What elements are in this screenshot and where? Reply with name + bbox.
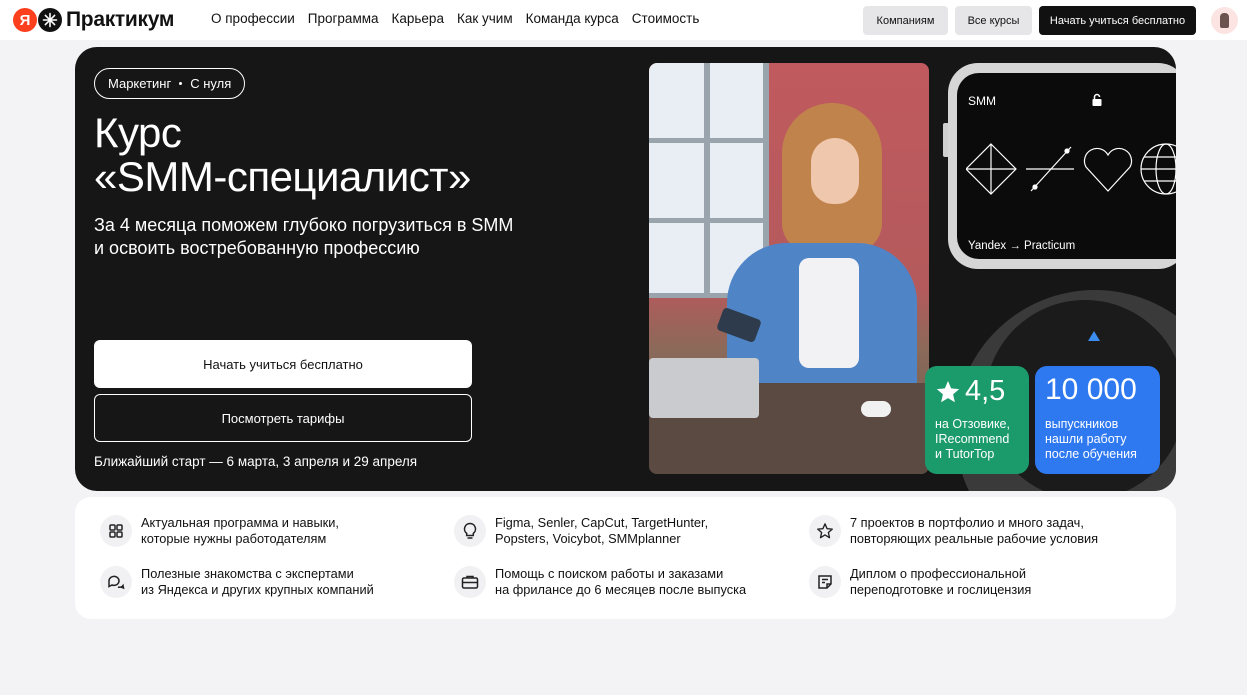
features-panel: Актуальная программа и навыки, которые н…: [75, 497, 1176, 619]
star-icon: [936, 380, 960, 402]
rating-line-3: и TutorTop: [935, 447, 995, 461]
graduates-text: выпускников нашли работу после обучения: [1045, 417, 1137, 462]
all-courses-button[interactable]: Все курсы: [955, 6, 1032, 35]
feature-item: Figma, Senler, CapCut, TargetHunter, Pop…: [454, 515, 708, 547]
user-avatar[interactable]: [1211, 7, 1238, 34]
feature-item: Диплом о профессиональной переподготовке…: [809, 566, 1031, 598]
feature-text-line-2: переподготовке и гослицензия: [850, 582, 1032, 597]
device-brand: Yandex → Practicum: [968, 240, 1076, 252]
graduates-line-1: выпускников: [1045, 417, 1119, 431]
feature-text-line-1: Актуальная программа и навыки,: [141, 515, 339, 530]
subtitle-line-1: За 4 месяца поможем глубоко погрузиться …: [94, 215, 514, 235]
student-photo: [649, 63, 929, 474]
logo-text: Практикум: [66, 8, 175, 31]
main-nav: О профессии Программа Карьера Как учим К…: [211, 11, 699, 26]
feature-item: 7 проектов в портфолио и много задач, по…: [809, 515, 1098, 547]
rating-card: 4,5 на Отзовике, IRecommend и TutorTop: [925, 366, 1029, 474]
companies-button[interactable]: Компаниям: [863, 6, 948, 35]
hero-banner: Маркетинг С нуля Курс «SMM-специалист» З…: [75, 47, 1176, 491]
feature-text-line-2: которые нужны работодателям: [141, 531, 327, 546]
feature-text-line-1: Полезные знакомства с экспертами: [141, 566, 354, 581]
next-start-dates: Ближайший старт — 6 марта, 3 апреля и 29…: [94, 454, 418, 469]
chat-icon: [100, 566, 132, 598]
tag-category: Маркетинг: [108, 76, 172, 91]
feature-text-line-1: Помощь с поиском работы и заказами: [495, 566, 724, 581]
briefcase-icon: [454, 566, 486, 598]
feature-text-line-2: на фрилансе до 6 месяцев после выпуска: [495, 582, 747, 597]
nav-item-how-we-teach[interactable]: Как учим: [457, 11, 513, 26]
feature-text-line-2: повторяющих реальные рабочие условия: [850, 531, 1099, 546]
nav-item-profession[interactable]: О профессии: [211, 11, 295, 26]
graduates-value: 10 000: [1045, 373, 1137, 406]
feature-text-line-2: из Яндекса и других крупных компаний: [141, 582, 374, 597]
grid-icon: [100, 515, 132, 547]
graduates-line-3: после обучения: [1045, 447, 1137, 461]
lock-icon: [1092, 93, 1102, 106]
nav-item-price[interactable]: Стоимость: [632, 11, 700, 26]
speaker-triangle-icon: [1088, 331, 1100, 341]
yandex-logo-icon: Я: [13, 8, 37, 32]
smm-symbols-icon: [966, 143, 1176, 195]
graduates-card: 10 000 выпускников нашли работу после об…: [1035, 366, 1160, 474]
rating-line-1: на Отзовике,: [935, 417, 1010, 431]
praktikum-logo[interactable]: Я Практикум: [13, 8, 174, 32]
rating-value: 4,5: [965, 375, 1006, 407]
feature-text-line-2: Popsters, Voicybot, SMMplanner: [495, 531, 681, 546]
start-free-button[interactable]: Начать учиться бесплатно: [94, 340, 472, 388]
lightbulb-icon: [454, 515, 486, 547]
nav-item-team[interactable]: Команда курса: [526, 11, 619, 26]
device-label: SMM: [968, 94, 996, 108]
feature-text-line-1: Диплом о профессиональной: [850, 566, 1027, 581]
header-start-free-button[interactable]: Начать учиться бесплатно: [1039, 6, 1196, 35]
top-header: Я Практикум О профессии Программа Карьер…: [0, 0, 1247, 40]
feature-item: Актуальная программа и навыки, которые н…: [100, 515, 339, 547]
feature-text-line-1: 7 проектов в портфолио и много задач,: [850, 515, 1084, 530]
praktikum-star-icon: [38, 8, 62, 32]
rating-sources: на Отзовике, IRecommend и TutorTop: [935, 417, 1010, 462]
tag-level: С нуля: [190, 76, 232, 91]
feature-item: Помощь с поиском работы и заказами на фр…: [454, 566, 746, 598]
diploma-icon: [809, 566, 841, 598]
view-prices-button[interactable]: Посмотреть тарифы: [94, 394, 472, 442]
feature-item: Полезные знакомства с экспертами из Янде…: [100, 566, 374, 598]
course-tag: Маркетинг С нуля: [94, 68, 246, 99]
title-line-2: «SMM-специалист»: [94, 153, 471, 200]
feature-text-line-1: Figma, Senler, CapCut, TargetHunter,: [495, 515, 709, 530]
star-outline-icon: [809, 515, 841, 547]
smart-device-illustration: SMM Yandex → Practicum: [948, 63, 1176, 269]
rating-line-2: IRecommend: [935, 432, 1010, 446]
tag-separator-dot: [179, 82, 183, 85]
device-screen: SMM Yandex → Practicum: [957, 73, 1176, 259]
title-line-1: Курс: [94, 109, 182, 156]
graduates-line-2: нашли работу: [1045, 432, 1127, 446]
nav-item-career[interactable]: Карьера: [392, 11, 444, 26]
nav-item-program[interactable]: Программа: [308, 11, 379, 26]
hero-subtitle: За 4 месяца поможем глубоко погрузиться …: [94, 214, 564, 260]
page-title: Курс «SMM-специалист»: [94, 111, 471, 199]
subtitle-line-2: и освоить востребованную профессию: [94, 238, 420, 258]
